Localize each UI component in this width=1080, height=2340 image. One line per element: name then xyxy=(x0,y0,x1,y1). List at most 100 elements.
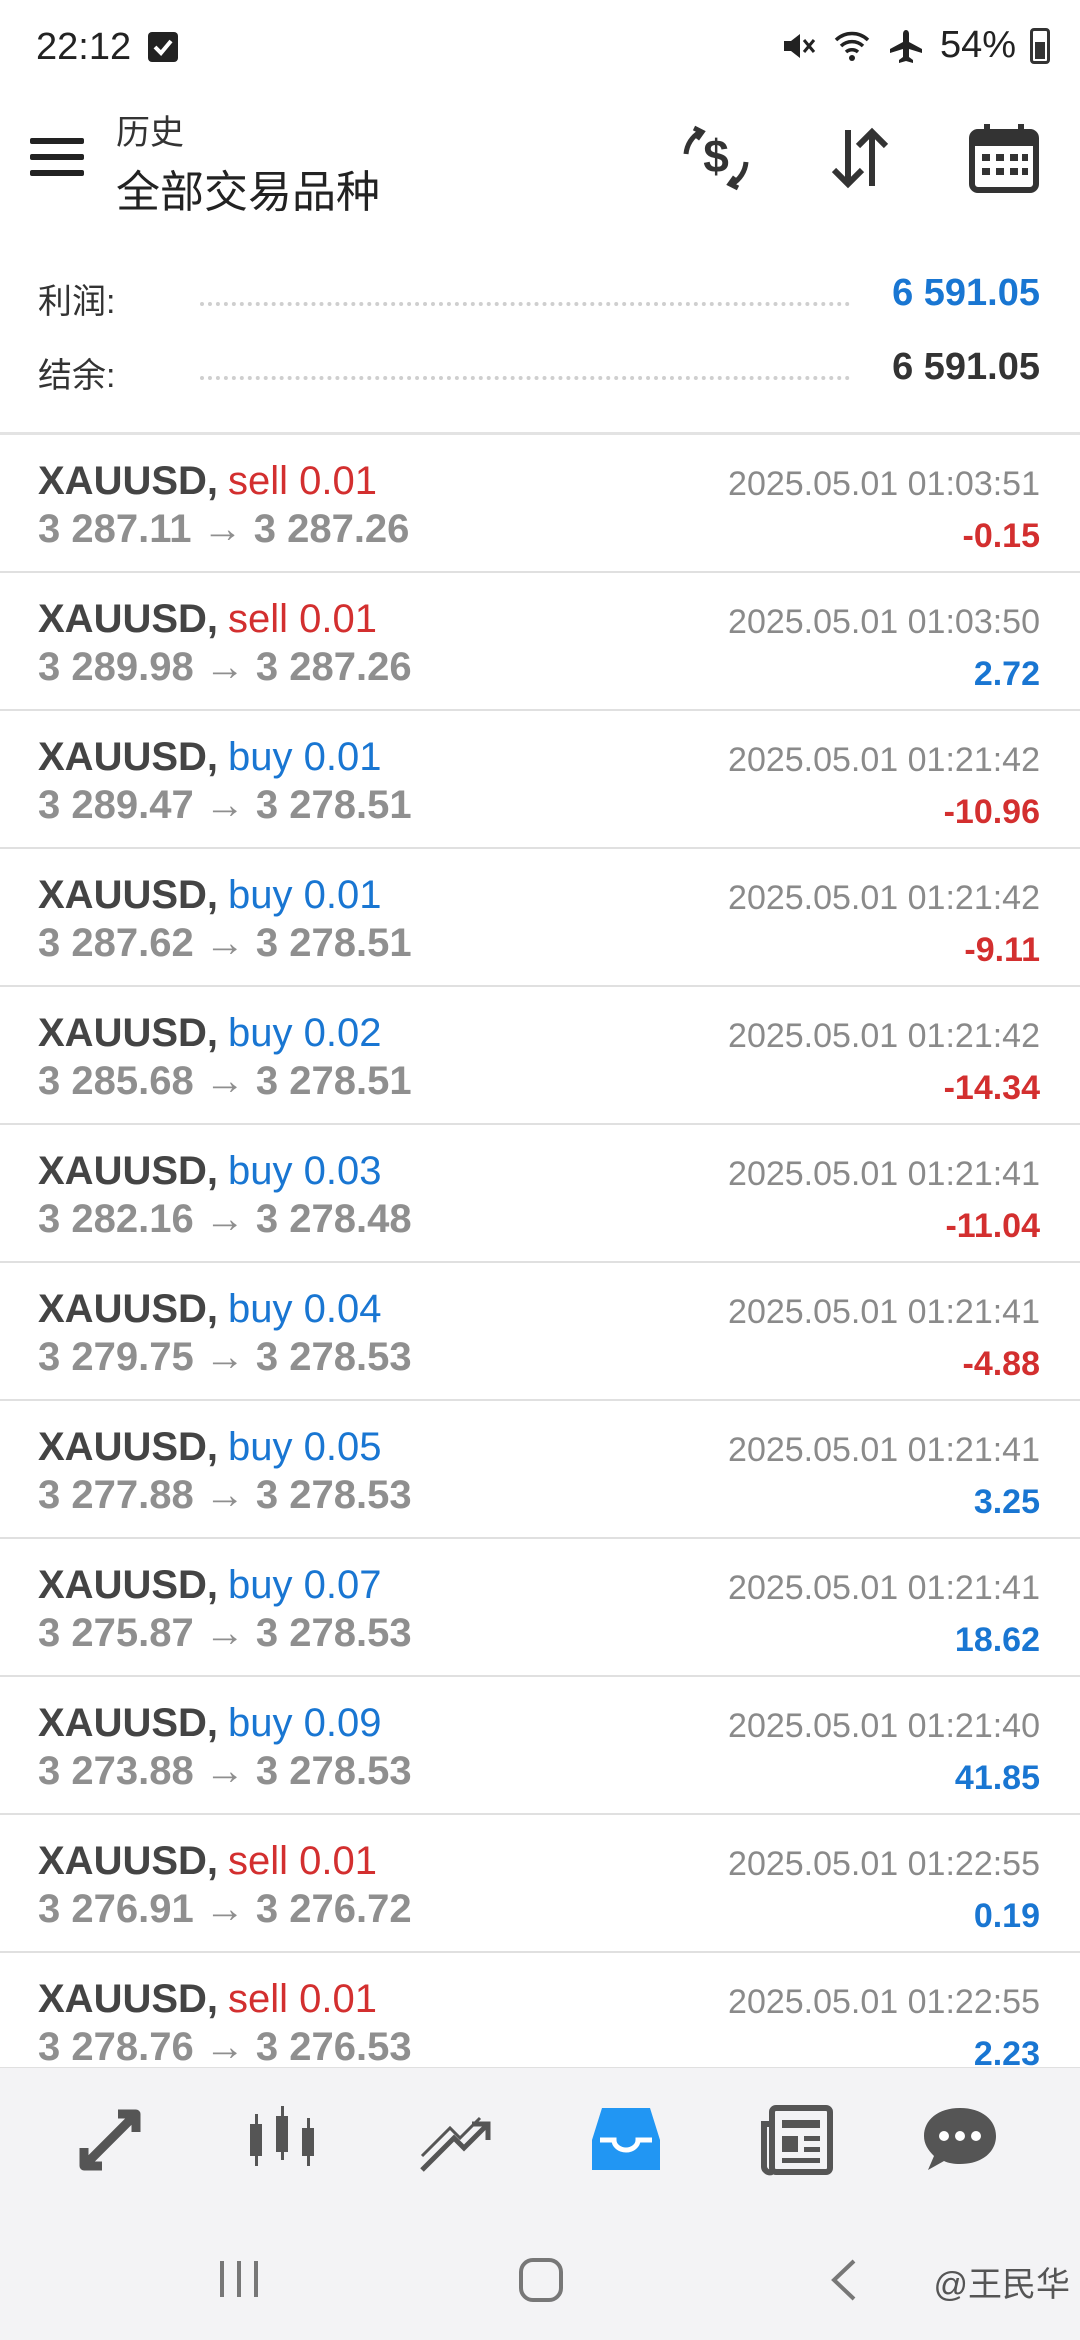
check-box-icon xyxy=(148,32,178,62)
trade-time: 2025.05.01 01:03:51 xyxy=(728,465,1040,503)
wifi-icon xyxy=(832,26,872,66)
trade-row[interactable]: XAUUSD, buy 0.01 3 289.47 → 3 278.51 2025.0… xyxy=(0,711,1080,849)
trade-side-volume: buy 0.01 xyxy=(228,873,382,917)
trade-row[interactable]: XAUUSD, buy 0.04 3 279.75 → 3 278.53 2025.0… xyxy=(0,1263,1080,1401)
trade-prices: 3 278.76 → 3 276.53 xyxy=(38,2025,412,2067)
symbol-filter-title[interactable]: 全部交易品种 xyxy=(116,156,380,220)
trade-time: 2025.05.01 01:21:41 xyxy=(728,1293,1040,1331)
trade-symbol: XAUUSD, xyxy=(38,735,219,779)
trade-side-volume: buy 0.01 xyxy=(228,735,382,779)
battery-percentage: 54% xyxy=(939,24,1016,66)
recent-apps-icon[interactable] xyxy=(216,2257,262,2306)
calendar-icon[interactable] xyxy=(966,120,1042,196)
profit-label: 利润: xyxy=(38,283,116,321)
trade-icon[interactable] xyxy=(414,2100,494,2180)
balance-label: 结余: xyxy=(38,357,116,395)
menu-icon[interactable] xyxy=(30,138,84,188)
trade-title: XAUUSD, sell 0.01 xyxy=(38,597,377,642)
trade-title: XAUUSD, buy 0.04 xyxy=(38,1287,382,1332)
trade-row[interactable]: XAUUSD, buy 0.05 3 277.88 → 3 278.53 2025.0… xyxy=(0,1401,1080,1539)
trade-symbol: XAUUSD, xyxy=(38,1011,219,1055)
trade-title: XAUUSD, sell 0.01 xyxy=(38,459,377,504)
balance-row: 结余: 6 591.05 xyxy=(0,336,1080,410)
trade-row[interactable]: XAUUSD, buy 0.07 3 275.87 → 3 278.53 2025.0… xyxy=(0,1539,1080,1677)
profit-value: 6 591.05 xyxy=(892,272,1040,314)
trade-row[interactable]: XAUUSD, sell 0.01 3 278.76 → 3 276.53 2025.… xyxy=(0,1953,1080,2067)
trade-history-list[interactable]: XAUUSD, sell 0.01 3 287.11 → 3 287.26 2025.… xyxy=(0,435,1080,2067)
trade-time: 2025.05.01 01:21:41 xyxy=(728,1569,1040,1607)
trade-time: 2025.05.01 01:21:42 xyxy=(728,741,1040,779)
trade-row[interactable]: XAUUSD, sell 0.01 3 287.11 → 3 287.26 2025.… xyxy=(0,435,1080,573)
trade-prices: 3 289.47 → 3 278.51 xyxy=(38,783,412,827)
trade-side-volume: sell 0.01 xyxy=(228,1977,378,2021)
profit-row: 利润: 6 591.05 xyxy=(0,262,1080,336)
trade-profit: 0.19 xyxy=(973,1897,1040,1935)
balance-value: 6 591.05 xyxy=(892,346,1040,388)
trade-time: 2025.05.01 01:21:42 xyxy=(728,1017,1040,1055)
trade-symbol: XAUUSD, xyxy=(38,873,219,917)
trade-side-volume: buy 0.03 xyxy=(228,1149,382,1193)
system-navigation-bar: @王民华 xyxy=(0,2207,1080,2340)
toolbar-subtitle: 历史 xyxy=(116,114,184,152)
trade-title: XAUUSD, buy 0.07 xyxy=(38,1563,382,1608)
trade-profit: 2.23 xyxy=(973,2035,1040,2067)
quotes-icon[interactable] xyxy=(70,2100,150,2180)
trade-prices: 3 285.68 → 3 278.51 xyxy=(38,1059,412,1103)
trade-title: XAUUSD, buy 0.09 xyxy=(38,1701,382,1746)
svg-text:$: $ xyxy=(703,130,729,182)
trade-time: 2025.05.01 01:22:55 xyxy=(728,1983,1040,2021)
trade-row[interactable]: XAUUSD, buy 0.09 3 273.88 → 3 278.53 2025.0… xyxy=(0,1677,1080,1815)
summary-section: 利润: 6 591.05 结余: 6 591.05 xyxy=(0,262,1080,410)
trade-prices: 3 287.11 → 3 287.26 xyxy=(38,507,410,551)
trade-profit: 41.85 xyxy=(954,1759,1040,1797)
trade-symbol: XAUUSD, xyxy=(38,1425,219,1469)
trade-title: XAUUSD, buy 0.03 xyxy=(38,1149,382,1194)
trade-side-volume: buy 0.07 xyxy=(228,1563,382,1607)
trade-title: XAUUSD, buy 0.02 xyxy=(38,1011,382,1056)
trade-title: XAUUSD, buy 0.01 xyxy=(38,735,382,780)
trade-symbol: XAUUSD, xyxy=(38,1977,219,2021)
trade-row[interactable]: XAUUSD, sell 0.01 3 276.91 → 3 276.72 2025.… xyxy=(0,1815,1080,1953)
trade-title: XAUUSD, buy 0.01 xyxy=(38,873,382,918)
trade-symbol: XAUUSD, xyxy=(38,1287,219,1331)
trade-symbol: XAUUSD, xyxy=(38,1839,219,1883)
trade-time: 2025.05.01 01:21:42 xyxy=(728,879,1040,917)
trade-profit: -9.11 xyxy=(964,931,1040,969)
dotted-leader xyxy=(200,376,850,380)
status-bar: 22:12 54% xyxy=(0,0,1080,100)
trade-profit: -14.34 xyxy=(943,1069,1040,1107)
trade-profit: -11.04 xyxy=(945,1207,1040,1245)
sort-icon[interactable] xyxy=(822,120,898,196)
trade-row[interactable]: XAUUSD, buy 0.02 3 285.68 → 3 278.51 2025.0… xyxy=(0,987,1080,1125)
trade-title: XAUUSD, sell 0.01 xyxy=(38,1977,377,2022)
battery-icon xyxy=(1030,27,1050,64)
status-time: 22:12 xyxy=(36,26,132,68)
home-icon[interactable] xyxy=(518,2257,564,2308)
trade-time: 2025.05.01 01:21:41 xyxy=(728,1431,1040,1469)
trade-row[interactable]: XAUUSD, buy 0.03 3 282.16 → 3 278.48 2025.0… xyxy=(0,1125,1080,1263)
chat-icon[interactable] xyxy=(920,2100,1000,2180)
back-icon[interactable] xyxy=(828,2257,858,2308)
trade-row[interactable]: XAUUSD, sell 0.01 3 289.98 → 3 287.26 2025.… xyxy=(0,573,1080,711)
trade-prices: 3 279.75 → 3 278.53 xyxy=(38,1335,412,1379)
airplane-icon xyxy=(886,26,926,66)
trade-profit: 3.25 xyxy=(973,1483,1040,1521)
trade-prices: 3 276.91 → 3 276.72 xyxy=(38,1887,412,1931)
trade-side-volume: buy 0.05 xyxy=(228,1425,382,1469)
trade-prices: 3 273.88 → 3 278.53 xyxy=(38,1749,412,1793)
trade-row[interactable]: XAUUSD, buy 0.01 3 287.62 → 3 278.51 2025.0… xyxy=(0,849,1080,987)
trade-symbol: XAUUSD, xyxy=(38,597,219,641)
news-icon[interactable] xyxy=(758,2100,838,2180)
trade-profit: 18.62 xyxy=(954,1621,1040,1659)
trade-symbol: XAUUSD, xyxy=(38,1563,219,1607)
mute-icon xyxy=(778,26,818,66)
history-icon[interactable] xyxy=(586,2100,666,2180)
trade-side-volume: sell 0.01 xyxy=(228,597,378,641)
trade-side-volume: buy 0.04 xyxy=(228,1287,382,1331)
currency-exchange-icon[interactable]: $ xyxy=(678,120,754,196)
bottom-navigation xyxy=(0,2067,1080,2208)
trade-title: XAUUSD, sell 0.01 xyxy=(38,1839,377,1884)
trade-prices: 3 275.87 → 3 278.53 xyxy=(38,1611,412,1655)
watermark: @王民华 xyxy=(933,2266,1070,2304)
chart-icon[interactable] xyxy=(242,2100,322,2180)
